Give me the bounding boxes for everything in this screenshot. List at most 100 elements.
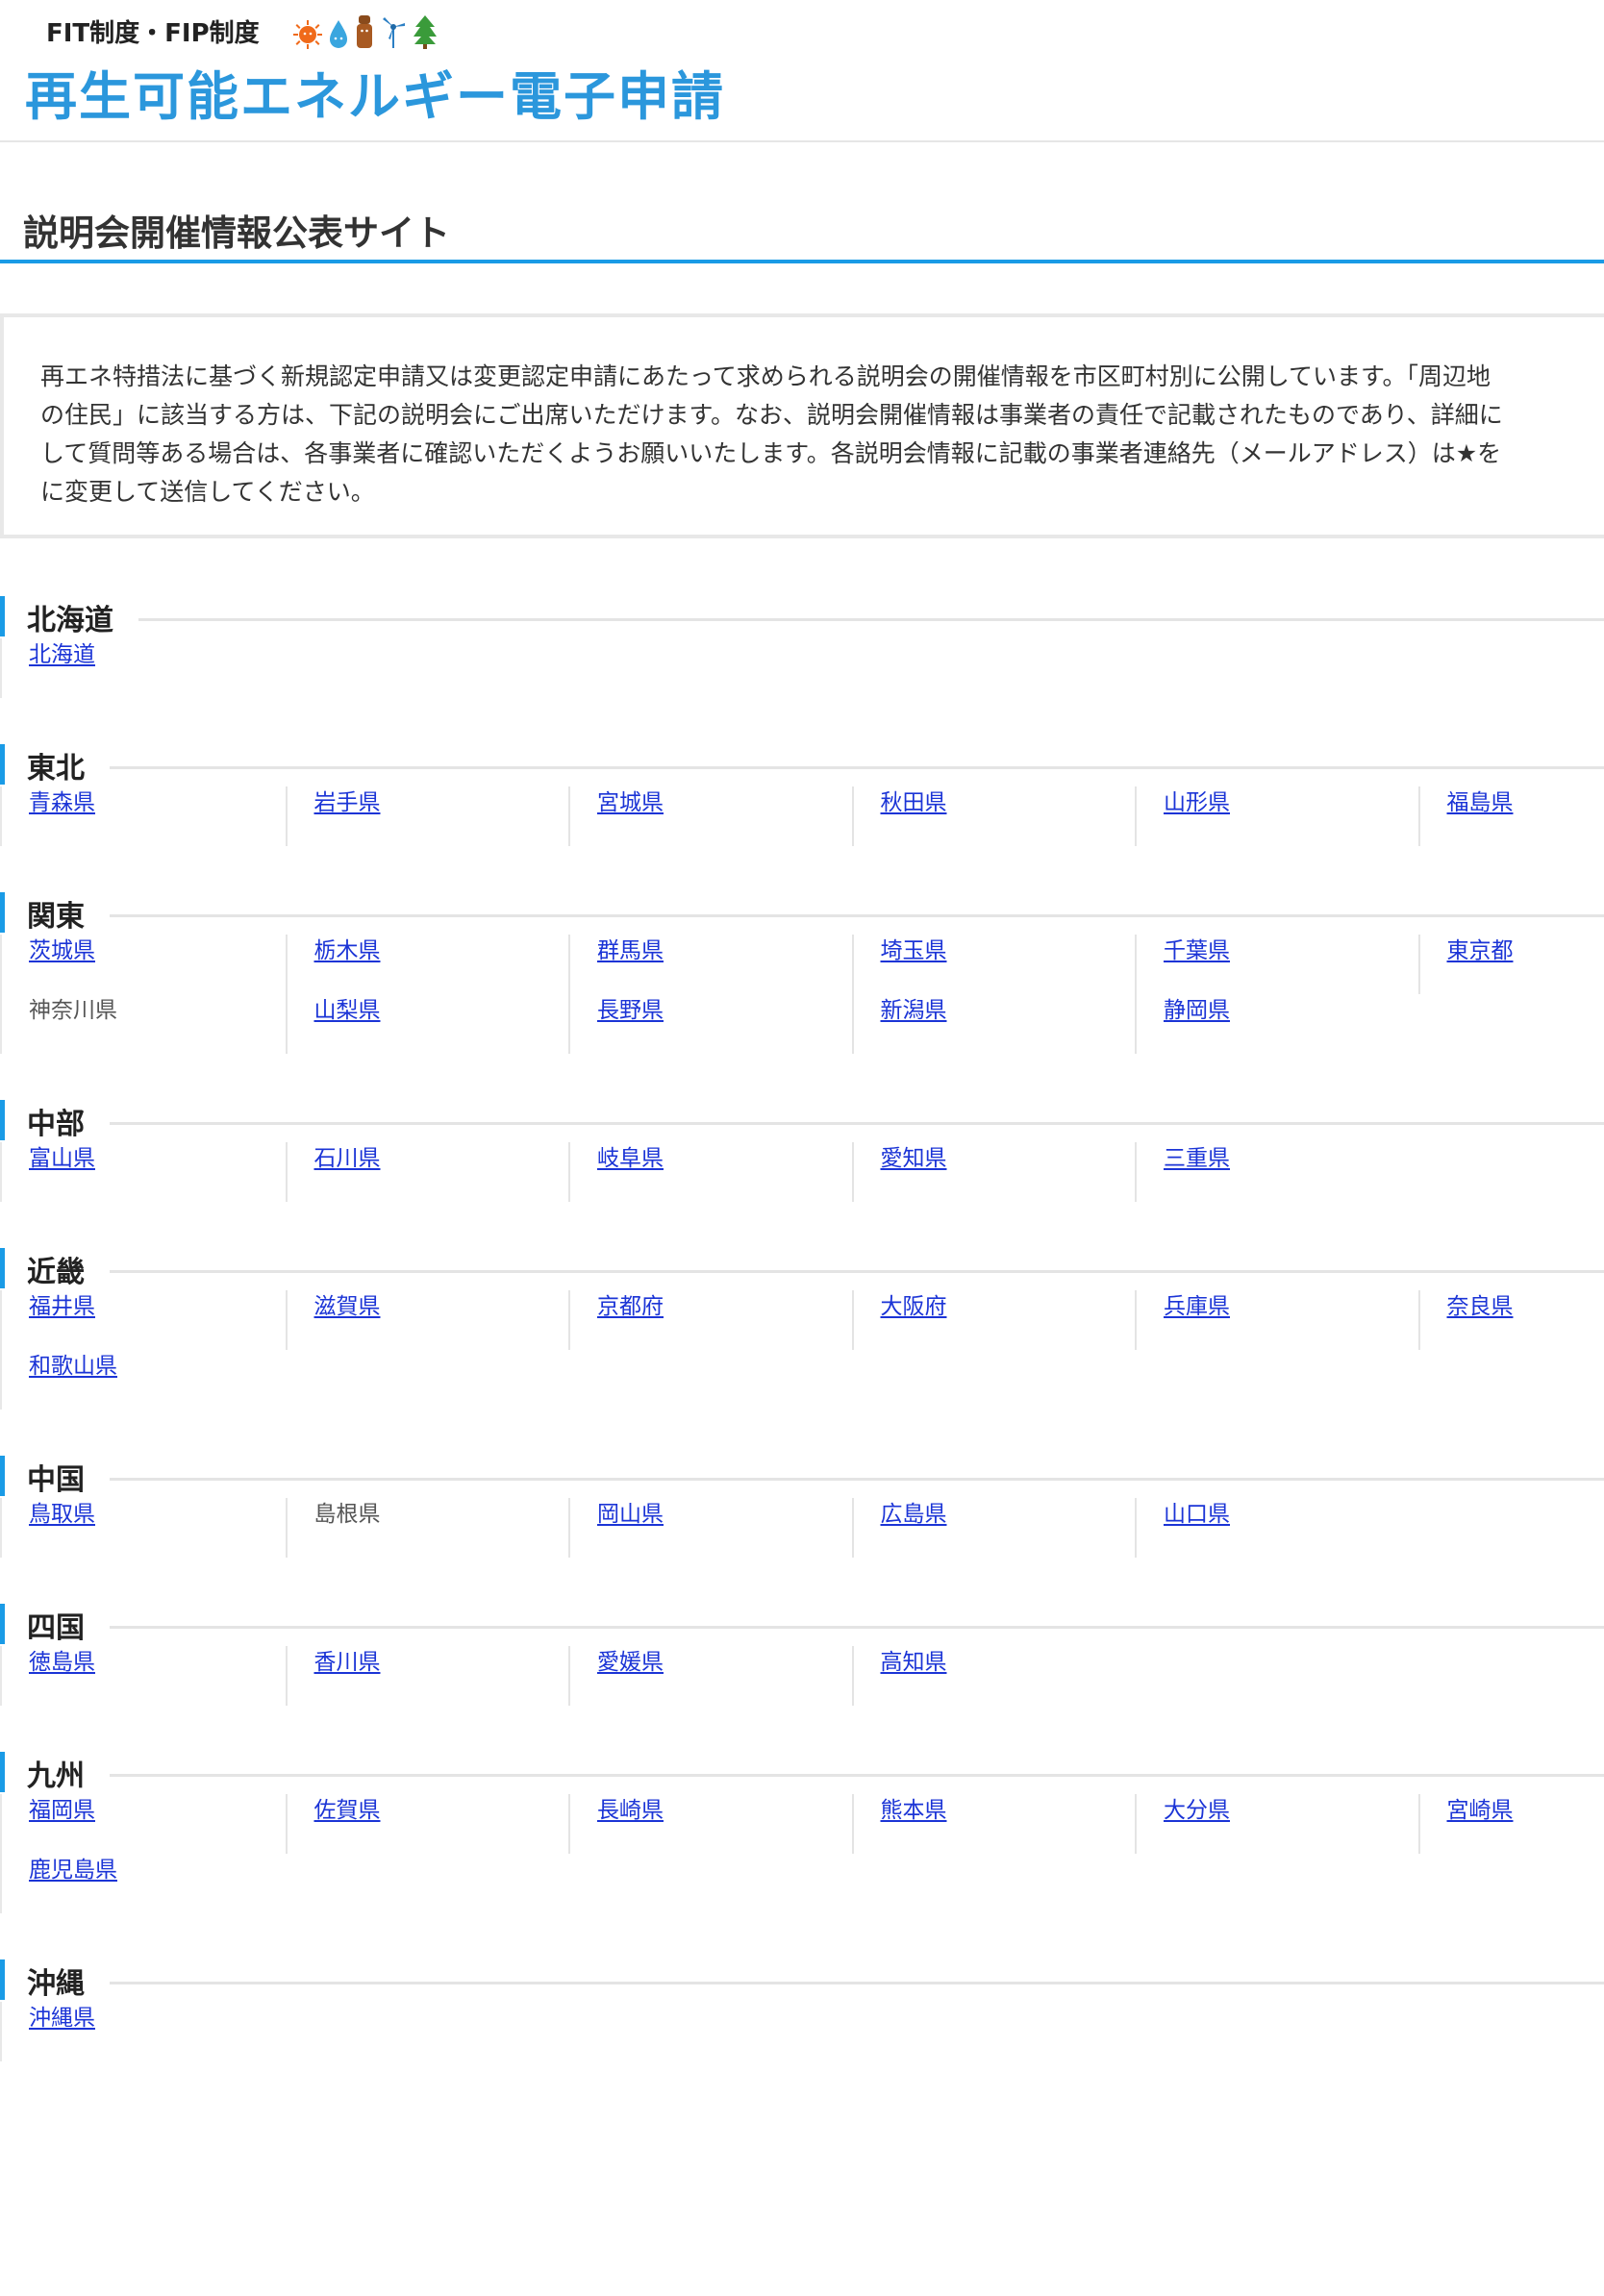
region-heading: 四国 [0, 1604, 1604, 1646]
prefecture-link[interactable]: 奈良県 [1447, 1294, 1514, 1319]
prefecture-cell: 石川県 [285, 1142, 569, 1202]
region-accent-bar [0, 1604, 5, 1644]
prefecture-link[interactable]: 高知県 [881, 1650, 947, 1675]
prefecture-link[interactable]: 愛媛県 [597, 1650, 664, 1675]
prefecture-cell: 佐賀県 [285, 1794, 569, 1854]
prefecture-grid: 福井県 滋賀県 京都府 大阪府 兵庫県 奈良県和歌山県 [2, 1290, 1604, 1410]
prefecture-link[interactable]: 岐阜県 [597, 1146, 664, 1171]
prefecture-link[interactable]: 宮崎県 [1447, 1798, 1514, 1823]
region-accent-bar [0, 1248, 5, 1288]
prefecture-link[interactable]: 栃木県 [314, 938, 381, 963]
prefecture-cell: 和歌山県 [2, 1350, 286, 1410]
prefecture-cell: 宮崎県 [1417, 1794, 1604, 1854]
prefecture-link[interactable]: 富山県 [29, 1146, 95, 1171]
region-divider [138, 617, 1604, 621]
prefecture-link[interactable]: 山口県 [1164, 1502, 1230, 1527]
prefecture-cell: 大阪府 [851, 1290, 1136, 1350]
prefecture-cell: 千葉県 [1135, 935, 1418, 994]
prefecture-link[interactable]: 岡山県 [597, 1502, 664, 1527]
prefecture-link[interactable]: 長野県 [597, 998, 664, 1023]
prefecture-link[interactable]: 大分県 [1164, 1798, 1230, 1823]
region-body: 鳥取県 島根県 岡山県 広島県 山口県 [0, 1498, 1604, 1558]
prefecture-cell: 愛媛県 [568, 1646, 852, 1706]
prefecture-cell: 熊本県 [851, 1794, 1136, 1854]
prefecture-link[interactable]: 兵庫県 [1164, 1294, 1230, 1319]
prefecture-link[interactable]: 山梨県 [314, 998, 381, 1023]
prefecture-link[interactable]: 京都府 [597, 1294, 664, 1319]
region-section: 北海道 北海道 [0, 596, 1604, 698]
prefecture-link[interactable]: 北海道 [29, 642, 95, 667]
prefecture-grid: 茨城県 栃木県 群馬県 埼玉県 千葉県 東京都神奈川県 山梨県 長野県 新潟県 静岡県 [2, 935, 1604, 1054]
prefecture-link[interactable]: 福井県 [29, 1294, 95, 1319]
region-divider [110, 1773, 1604, 1777]
page: FIT制度・FIP制度 再生可能エネルギー電子申請 説明会開催情報公表サイト 再… [0, 0, 1604, 2296]
prefecture-link[interactable]: 秋田県 [881, 790, 947, 815]
prefecture-link[interactable]: 福岡県 [29, 1798, 95, 1823]
prefecture-cell: 神奈川県 [2, 994, 286, 1054]
wood-mascot-icon [356, 15, 372, 48]
prefecture-link[interactable]: 長崎県 [597, 1798, 664, 1823]
prefecture-cell: 宮城県 [568, 786, 852, 846]
prefecture-cell: 広島県 [851, 1498, 1136, 1558]
region-title: 中部 [27, 1108, 85, 1141]
prefecture-link[interactable]: 岩手県 [314, 790, 381, 815]
prefecture-link[interactable]: 沖縄県 [29, 2006, 95, 2031]
region-title: 関東 [27, 900, 85, 934]
region-divider [110, 765, 1604, 769]
region-accent-bar [0, 892, 5, 933]
prefecture-link[interactable]: 鳥取県 [29, 1502, 95, 1527]
prefecture-cell: 山梨県 [285, 994, 569, 1054]
prefecture-link[interactable]: 群馬県 [597, 938, 664, 963]
prefecture-link[interactable]: 和歌山県 [29, 1354, 117, 1379]
prefecture-link[interactable]: 茨城県 [29, 938, 95, 963]
prefecture-link[interactable]: 福島県 [1447, 790, 1514, 815]
region-section: 中国 鳥取県 島根県 岡山県 広島県 山口県 [0, 1456, 1604, 1558]
prefecture-cell: 群馬県 [568, 935, 852, 994]
prefecture-link[interactable]: 大阪府 [881, 1294, 947, 1319]
prefecture-link[interactable]: 山形県 [1164, 790, 1230, 815]
prefecture-link[interactable]: 滋賀県 [314, 1294, 381, 1319]
region-divider [110, 1981, 1604, 1984]
prefecture-link[interactable]: 千葉県 [1164, 938, 1230, 963]
region-section: 四国徳島県 香川県 愛媛県 高知県 [0, 1604, 1604, 1706]
region-body: 茨城県 栃木県 群馬県 埼玉県 千葉県 東京都神奈川県 山梨県 長野県 新潟県 静岡県 [0, 935, 1604, 1054]
prefecture-link[interactable]: 東京都 [1447, 938, 1514, 963]
mascot-group [292, 12, 442, 50]
prefecture-cell: 長野県 [568, 994, 852, 1054]
prefecture-cell: 秋田県 [851, 786, 1136, 846]
prefecture-link[interactable]: 三重県 [1164, 1146, 1230, 1171]
prefecture-cell: 兵庫県 [1135, 1290, 1418, 1350]
prefecture-link[interactable]: 香川県 [314, 1650, 381, 1675]
prefecture-link[interactable]: 熊本県 [881, 1798, 947, 1823]
prefecture-link[interactable]: 宮城県 [597, 790, 664, 815]
notice-line: の住民」に該当する方は、下記の説明会にご出席いただけます。なお、説明会開催情報は… [40, 401, 1503, 429]
prefecture-cell: 滋賀県 [285, 1290, 569, 1350]
region-body: 沖縄県 [0, 2002, 1604, 2061]
tree-mascot-icon [413, 15, 437, 49]
region-divider [110, 1625, 1604, 1629]
prefecture-link[interactable]: 静岡県 [1164, 998, 1230, 1023]
region-body: 徳島県 香川県 愛媛県 高知県 [0, 1646, 1604, 1706]
prefecture-link[interactable]: 徳島県 [29, 1650, 95, 1675]
prefecture-link[interactable]: 青森県 [29, 790, 95, 815]
prefecture-cell: 香川県 [285, 1646, 569, 1706]
notice-line: に変更して送信してください。 [40, 478, 375, 506]
region-body: 青森県 岩手県 宮城県 秋田県 山形県 福島県 [0, 786, 1604, 846]
page-title-bar: 説明会開催情報公表サイト [0, 190, 1604, 263]
brand-sub-label: FIT制度・FIP制度 [46, 18, 260, 48]
prefecture-link[interactable]: 愛知県 [881, 1146, 947, 1171]
prefecture-link[interactable]: 広島県 [881, 1502, 947, 1527]
prefecture-link[interactable]: 新潟県 [881, 998, 947, 1023]
prefecture-link[interactable]: 鹿児島県 [29, 1858, 117, 1883]
region-heading: 関東 [0, 892, 1604, 935]
prefecture-grid: 徳島県 香川県 愛媛県 高知県 [2, 1646, 1604, 1706]
prefecture-cell: 岐阜県 [568, 1142, 852, 1202]
prefecture-cell: 京都府 [568, 1290, 852, 1350]
site-title[interactable]: 再生可能エネルギー電子申請 [25, 54, 725, 130]
prefecture-link[interactable]: 石川県 [314, 1146, 381, 1171]
brand-top: FIT制度・FIP制度 [46, 12, 442, 50]
prefecture-link[interactable]: 埼玉県 [881, 938, 947, 963]
page-title: 説明会開催情報公表サイト [23, 212, 450, 254]
prefecture-label: 神奈川県 [29, 998, 117, 1023]
prefecture-link[interactable]: 佐賀県 [314, 1798, 381, 1823]
